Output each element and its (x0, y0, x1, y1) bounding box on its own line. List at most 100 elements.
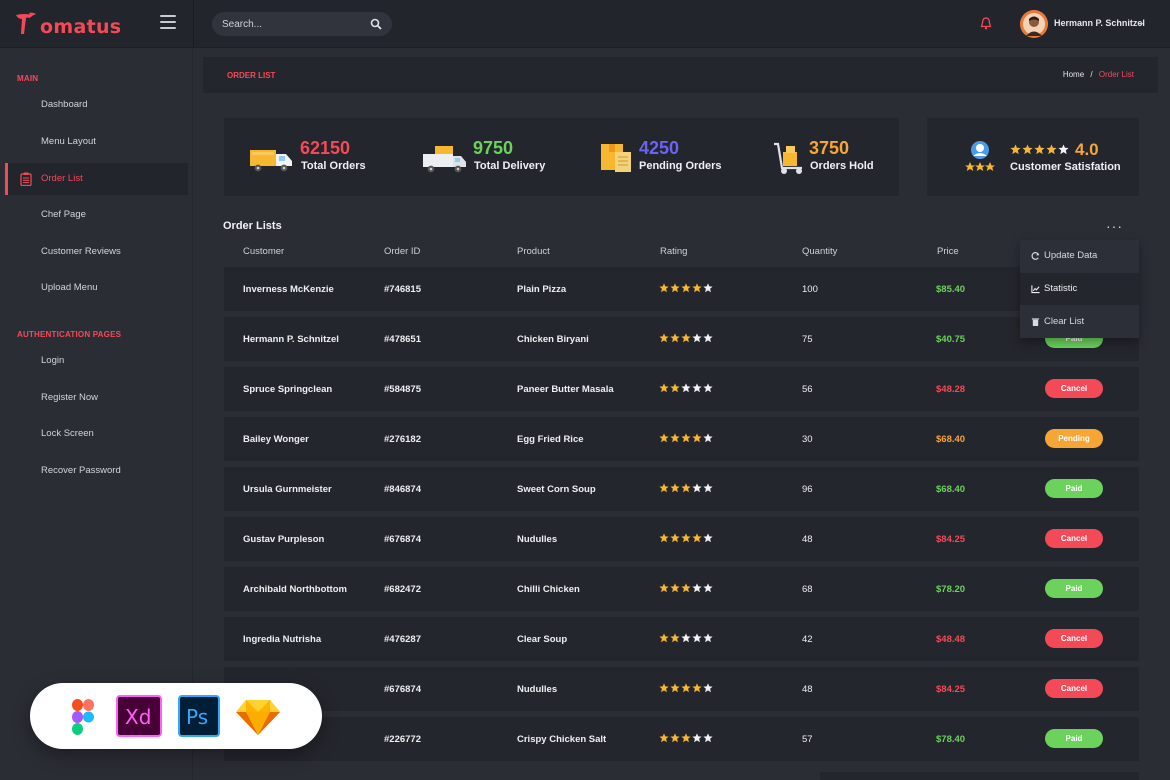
cell-order-id: #676874 (384, 684, 421, 695)
stat-value: 3750 (809, 138, 850, 158)
status-badge[interactable]: Paid (1045, 729, 1103, 748)
star-filled-icon (681, 683, 691, 693)
star-filled-icon (670, 383, 680, 393)
cell-price: $78.20 (936, 584, 966, 595)
sidebar-item-menu-layout[interactable]: Menu Layout (5, 126, 188, 158)
menu-toggle-icon[interactable] (160, 15, 176, 29)
cell-price: $48.28 (936, 384, 966, 395)
breadcrumb-home-link[interactable]: Home (1063, 70, 1084, 79)
stat-value: 9750 (473, 138, 514, 158)
cell-quantity: 30 (802, 434, 813, 445)
star-filled-icon (659, 483, 669, 493)
stats-panel: 62150 Total Orders 9750 Total Delivery 4… (224, 118, 899, 196)
avatar[interactable] (1020, 10, 1048, 38)
sidebar-item-customer-reviews[interactable]: Customer Reviews (5, 236, 188, 268)
star-filled-icon (681, 433, 691, 443)
table-row[interactable]: Ursula Gurnmeister #846874 Sweet Corn Soup… (224, 467, 1139, 511)
sidebar-item-login[interactable]: Login (5, 345, 188, 377)
cell-price: $40.75 (936, 334, 966, 345)
breadcrumb-separator: / (1090, 70, 1093, 79)
user-photo-icon (1020, 10, 1048, 38)
sidebar-item-recover-password[interactable]: Recover Password (5, 455, 188, 487)
star-empty-icon (692, 333, 702, 343)
sidebar-item-label: Recover Password (41, 465, 121, 476)
star-empty-icon (692, 483, 702, 493)
star-filled-icon (681, 533, 691, 543)
search-box[interactable] (212, 12, 392, 36)
table-row[interactable]: Bailey Wonger #276182 Egg Fried Rice 30 $68.… (224, 417, 1139, 461)
cell-price: $48.48 (936, 634, 966, 645)
table-row[interactable]: Gustav Purpleson #676874 Nudulles 48 $84.25 C… (224, 517, 1139, 561)
star-empty-icon (681, 633, 691, 643)
chevron-down-icon[interactable]: ⌄ (1138, 18, 1145, 27)
column-header-product[interactable]: Product (517, 246, 550, 257)
status-badge[interactable]: Cancel (1045, 679, 1103, 698)
cell-quantity: 96 (802, 484, 813, 495)
sidebar-item-register[interactable]: Register Now (5, 382, 188, 414)
cell-quantity: 68 (802, 584, 813, 595)
breadcrumb-current: Order List (1098, 70, 1134, 79)
sidebar-item-label: Login (41, 355, 65, 366)
ps-logo-text: Ps (186, 705, 209, 729)
notification-bell-icon[interactable] (980, 17, 992, 30)
star-filled-icon (681, 483, 691, 493)
sidebar-item-upload-menu[interactable]: Upload Menu (5, 272, 188, 304)
cell-price: $85.40 (936, 284, 966, 295)
breadcrumb-trail: Home / Order List (1063, 70, 1134, 79)
sketch-logo-icon (236, 700, 280, 735)
cell-customer: Archibald Northbottom (243, 584, 347, 595)
sidebar-item-lock-screen[interactable]: Lock Screen (5, 418, 188, 450)
column-header-rating[interactable]: Rating (660, 246, 687, 257)
cell-product: Paneer Butter Masala (517, 384, 614, 395)
star-filled-icon (659, 333, 669, 343)
status-badge[interactable]: Paid (1045, 579, 1103, 598)
truck-icon (250, 150, 292, 172)
cell-quantity: 100 (802, 284, 818, 295)
status-badge[interactable]: Cancel (1045, 379, 1103, 398)
status-badge[interactable]: Cancel (1045, 529, 1103, 548)
search-input[interactable] (222, 16, 362, 32)
sidebar-item-order-list[interactable]: Order List (5, 163, 188, 195)
rating-stars (659, 383, 713, 394)
cell-product: Nudulles (517, 534, 558, 545)
status-badge[interactable]: Paid (1045, 479, 1103, 498)
menu-item-update-data[interactable]: Update Data (1020, 240, 1139, 272)
app-logo[interactable]: omatus (14, 10, 124, 38)
table-row[interactable]: Archibald Northbottom #682472 Chilli Chick… (224, 567, 1139, 611)
table-row[interactable]: Spruce Springclean #584875 Paneer Butter M… (224, 367, 1139, 411)
cell-price: $78.40 (936, 734, 966, 745)
column-header-customer[interactable]: Customer (243, 246, 284, 257)
cell-product: Egg Fried Rice (517, 434, 584, 445)
star-filled-icon (670, 433, 680, 443)
menu-item-statistic[interactable]: Statistic (1020, 273, 1139, 305)
status-badge[interactable]: Pending (1045, 429, 1103, 448)
column-header-price[interactable]: Price (937, 246, 959, 257)
star-filled-icon (692, 433, 702, 443)
cell-customer: Ursula Gurnmeister (243, 484, 332, 495)
column-header-quantity[interactable]: Quantity (802, 246, 837, 257)
table-row[interactable]: Ingredia Nutrisha #476287 Clear Soup 42 $48.… (224, 617, 1139, 661)
table-row[interactable]: Hermann P. Schnitzel #478651 Chicken Birya… (224, 317, 1139, 361)
table-row[interactable]: Inverness McKenzie #746815 Plain Pizza 100 $… (224, 267, 1139, 311)
menu-item-label: Clear List (1044, 316, 1085, 327)
search-icon[interactable] (370, 18, 382, 30)
satisfaction-label: Customer Satisfation (1010, 161, 1121, 173)
star-filled-icon (659, 633, 669, 643)
table-row[interactable]: #226772 Crispy Chicken Salt 57 $78.40 Paid (224, 717, 1139, 761)
sidebar-item-dashboard[interactable]: Dashboard (5, 89, 188, 121)
sidebar-item-label: Customer Reviews (41, 246, 121, 257)
status-badge[interactable]: Cancel (1045, 629, 1103, 648)
star-filled-icon (1010, 144, 1021, 155)
more-options-icon[interactable]: ··· (1106, 218, 1123, 234)
column-header-order-id[interactable]: Order ID (384, 246, 420, 257)
cell-customer: Hermann P. Schnitzel (243, 334, 339, 345)
cell-price: $84.25 (936, 684, 966, 695)
cell-order-id: #846874 (384, 484, 421, 495)
rating-stars (659, 533, 713, 544)
menu-item-clear-list[interactable]: Clear List (1020, 306, 1139, 338)
cell-order-id: #276182 (384, 434, 421, 445)
table-row[interactable]: #676874 Nudulles 48 $84.25 Cancel (224, 667, 1139, 711)
sidebar-item-chef-page[interactable]: Chef Page (5, 199, 188, 231)
user-name[interactable]: Hermann P. Schnitzel (1054, 18, 1145, 28)
cell-product: Chilli Chicken (517, 584, 580, 595)
